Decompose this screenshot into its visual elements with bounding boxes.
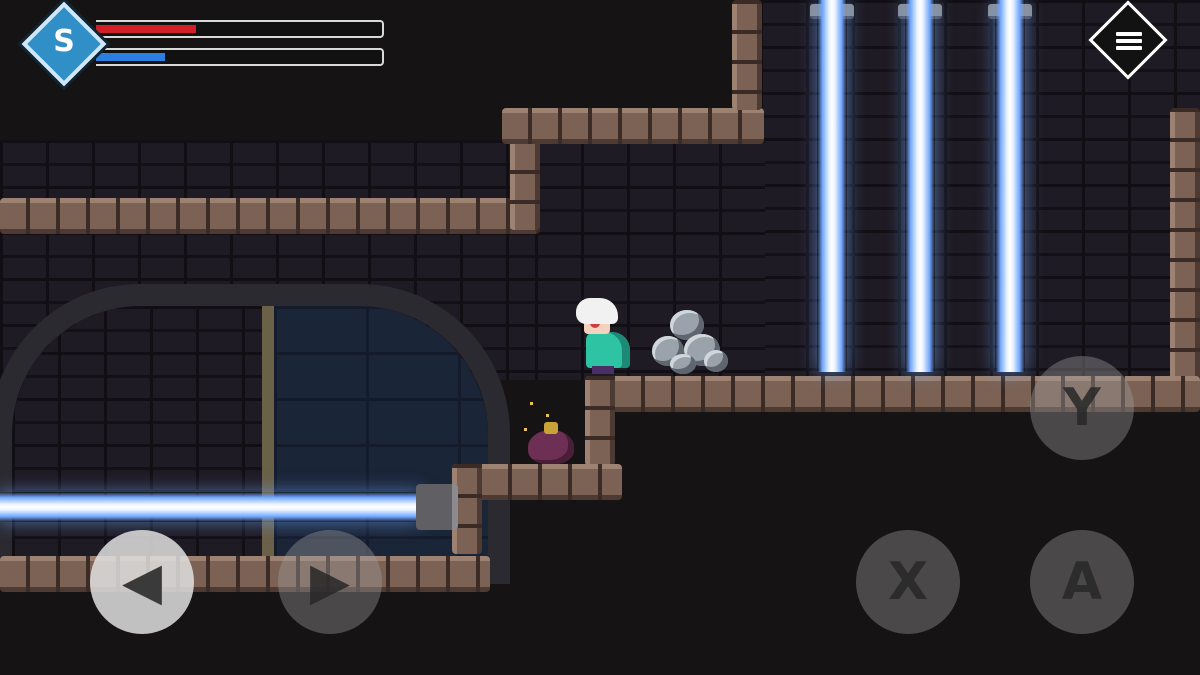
horizontal-laser-beam xyxy=(0,492,422,522)
right-wall-column xyxy=(1170,108,1200,380)
x-button[interactable]: X xyxy=(856,530,960,634)
floor-step-column xyxy=(585,376,615,466)
hamburger-menu-icon[interactable] xyxy=(1116,32,1142,50)
sparkle xyxy=(546,414,549,417)
upper-step-column xyxy=(510,140,540,230)
upper-left-ledge xyxy=(0,198,540,234)
laser-beam-3 xyxy=(995,0,1025,372)
health-bar xyxy=(96,20,384,38)
top-chimney-column xyxy=(732,0,762,110)
upper-mid-ledge xyxy=(502,108,764,144)
laser-beam-2 xyxy=(905,0,935,372)
horizontal-laser-emitter xyxy=(416,484,458,530)
dpad-left-button[interactable]: ◀ xyxy=(90,530,194,634)
mana-bar-fill xyxy=(96,53,165,61)
boulder-pile xyxy=(650,310,730,374)
y-button[interactable]: Y xyxy=(1030,356,1134,460)
sparkle xyxy=(524,428,527,431)
sparkle xyxy=(530,402,533,405)
mana-bar xyxy=(96,48,384,66)
health-bar-fill xyxy=(96,25,197,33)
arch-frame xyxy=(0,284,510,584)
treasure-sack[interactable] xyxy=(528,420,574,464)
laser-beam-1 xyxy=(817,0,847,372)
game-stage: S Y X A ◀ ▶ xyxy=(0,0,1200,675)
emblem-glyph: S xyxy=(53,24,75,59)
player-character xyxy=(574,298,634,374)
bottom-floor-ledge xyxy=(0,556,490,592)
a-button[interactable]: A xyxy=(1030,530,1134,634)
dpad-right-button[interactable]: ▶ xyxy=(278,530,382,634)
